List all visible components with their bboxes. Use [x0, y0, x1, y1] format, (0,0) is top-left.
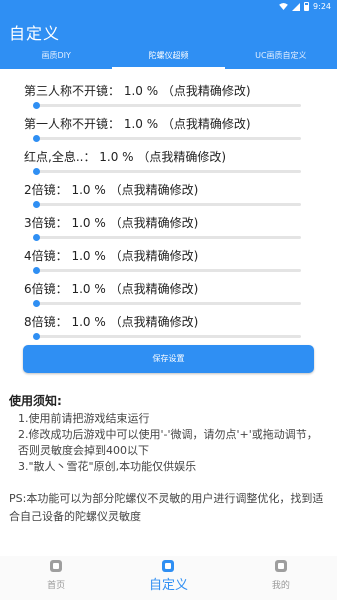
setting-row-red-dot: 红点,全息..： 1.0 % （点我精确修改) [0, 148, 337, 180]
save-settings-button[interactable]: 保存设置 [23, 345, 314, 373]
home-icon [50, 560, 63, 572]
setting-row-8x-scope: 8倍镜： 1.0 % （点我精确修改) [0, 313, 337, 345]
ps-note: PS:本功能可以为部分陀螺仪不灵敏的用户进行调整优化，找到适合自己设备的陀螺仪灵… [9, 492, 324, 523]
setting-label[interactable]: 3倍镜： 1.0 % （点我精确修改) [24, 214, 198, 231]
tab-gyroscope-overclock[interactable]: 陀螺仪超频 [112, 45, 225, 69]
status-bar: 9:24 [0, 0, 337, 14]
slider-thumb[interactable] [33, 300, 41, 307]
sensitivity-slider[interactable] [33, 333, 301, 340]
tab-image-quality-diy[interactable]: 画质DIY [0, 45, 112, 69]
nav-label: 首页 [47, 581, 66, 591]
nav-item-customize[interactable]: 自定义 [112, 556, 224, 600]
slider-thumb[interactable] [33, 333, 41, 340]
battery-icon [304, 2, 310, 11]
setting-row-first-person: 第一人称不开镜： 1.0 % （点我精确修改) [0, 115, 337, 147]
nav-item-home[interactable]: 首页 [0, 556, 112, 600]
slider-thumb[interactable] [33, 135, 41, 142]
notes-heading: 使用须知: [9, 394, 62, 408]
bottom-navigation: 首页 自定义 我的 [0, 556, 337, 600]
slider-thumb[interactable] [33, 102, 41, 109]
setting-row-2x-scope: 2倍镜： 1.0 % （点我精确修改) [0, 181, 337, 213]
setting-label[interactable]: 6倍镜： 1.0 % （点我精确修改) [24, 280, 198, 297]
status-time: 9:24 [313, 2, 331, 11]
tab-uc-quality-custom[interactable]: UC画质自定义 [225, 45, 337, 69]
slider-thumb[interactable] [33, 168, 41, 175]
customize-icon [162, 560, 175, 572]
setting-label[interactable]: 红点,全息..： 1.0 % （点我精确修改) [24, 148, 226, 165]
page-title: 自定义 [9, 24, 61, 43]
slider-thumb[interactable] [33, 267, 41, 274]
setting-row-4x-scope: 4倍镜： 1.0 % （点我精确修改) [0, 247, 337, 279]
sensitivity-slider[interactable] [33, 234, 301, 241]
setting-row-3x-scope: 3倍镜： 1.0 % （点我精确修改) [0, 214, 337, 246]
slider-thumb[interactable] [33, 201, 41, 208]
sensitivity-slider[interactable] [33, 168, 301, 175]
usage-notes: 使用须知: 1.使用前请把游戏结束运行 2.修改成功后游戏中可以使用'-'微调，… [9, 392, 329, 523]
profile-icon [274, 560, 287, 572]
sensitivity-slider[interactable] [33, 102, 301, 109]
sensitivity-slider[interactable] [33, 267, 301, 274]
status-icons: 9:24 [279, 2, 331, 11]
sensitivity-slider[interactable] [33, 300, 301, 307]
sensitivity-slider[interactable] [33, 135, 301, 142]
setting-row-6x-scope: 6倍镜： 1.0 % （点我精确修改) [0, 280, 337, 312]
nav-label: 我的 [271, 581, 290, 591]
app-bar: 自定义 [0, 14, 337, 45]
slider-thumb[interactable] [33, 234, 41, 241]
nav-label: 自定义 [148, 578, 188, 593]
note-item: 1.使用前请把游戏结束运行 [18, 412, 150, 425]
note-item: 3."散人丶雪花"原创,本功能仅供娱乐 [18, 460, 197, 473]
nav-item-profile[interactable]: 我的 [225, 556, 337, 600]
note-item: 否则灵敏度会掉到400以下 [18, 444, 149, 457]
setting-label[interactable]: 第三人称不开镜： 1.0 % （点我精确修改) [24, 82, 251, 99]
setting-label[interactable]: 第一人称不开镜： 1.0 % （点我精确修改) [24, 115, 251, 132]
setting-label[interactable]: 8倍镜： 1.0 % （点我精确修改) [24, 313, 198, 330]
signal-icon [292, 2, 301, 11]
wifi-icon [279, 3, 288, 10]
sensitivity-slider[interactable] [33, 201, 301, 208]
setting-label[interactable]: 4倍镜： 1.0 % （点我精确修改) [24, 247, 198, 264]
setting-row-third-person: 第三人称不开镜： 1.0 % （点我精确修改) [0, 82, 337, 114]
note-item: 2.修改成功后游戏中可以使用'-'微调，请勿点'+'或拖动调节， [18, 428, 318, 441]
setting-label[interactable]: 2倍镜： 1.0 % （点我精确修改) [24, 181, 198, 198]
tab-bar: 画质DIY 陀螺仪超频 UC画质自定义 [0, 45, 337, 69]
